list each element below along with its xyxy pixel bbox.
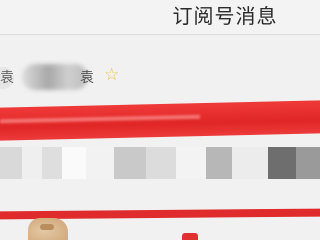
pixelated-preview-strip <box>0 147 320 179</box>
pixel-block <box>62 147 86 179</box>
pixel-block <box>42 147 62 179</box>
subscription-messages-screen: 订阅号消息 袁 袁 ☆ <box>0 0 320 240</box>
pixel-block <box>268 147 296 179</box>
top-bar: 订阅号消息 <box>0 0 320 35</box>
pixel-block <box>206 147 232 179</box>
account-row[interactable]: 袁 袁 ☆ <box>0 60 320 100</box>
pixel-block <box>296 147 320 179</box>
pixel-block <box>22 147 42 179</box>
pixel-block <box>232 147 268 179</box>
pixel-block <box>114 147 146 179</box>
pixel-block <box>146 147 176 179</box>
account-name-redacted <box>22 64 88 90</box>
pixel-block <box>86 147 114 179</box>
account-name-suffix: 袁 <box>80 70 94 86</box>
pixel-block <box>0 147 22 179</box>
red-mark <box>182 233 198 240</box>
account-prefix-char: 袁 <box>0 70 14 86</box>
thumbnail-detail <box>40 224 54 230</box>
page-title: 订阅号消息 <box>172 4 278 28</box>
star-icon[interactable]: ☆ <box>104 65 119 85</box>
pixel-block <box>176 147 206 179</box>
